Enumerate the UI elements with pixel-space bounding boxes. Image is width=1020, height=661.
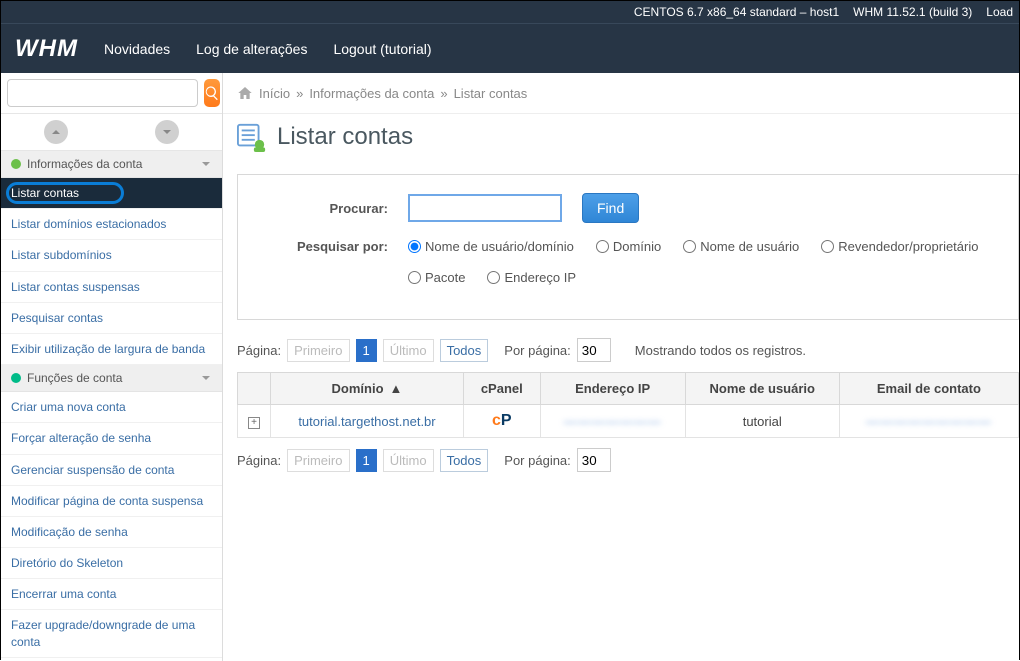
crumb-home[interactable]: Início <box>259 86 290 101</box>
cell-ip: ——————— <box>540 405 685 438</box>
server-info: CENTOS 6.7 x86_64 standard – host1 <box>634 5 839 19</box>
find-button[interactable]: Find <box>582 193 639 223</box>
pager-page-1[interactable]: 1 <box>356 449 377 472</box>
search-input[interactable] <box>408 194 562 222</box>
radio-label: Revendedor/proprietário <box>838 239 978 254</box>
radio-endereco-ip[interactable]: Endereço IP <box>487 270 576 285</box>
list-accounts-icon <box>237 122 267 152</box>
cpanel-icon: cP <box>492 412 512 429</box>
pager-all[interactable]: Todos <box>440 449 489 472</box>
collapse-up-button[interactable] <box>44 120 68 144</box>
radio-nome-usuario[interactable]: Nome de usuário <box>683 239 799 254</box>
pager-first: Primeiro <box>287 339 349 362</box>
nav-novidades[interactable]: Novidades <box>104 41 170 57</box>
col-cpanel[interactable]: cPanel <box>463 373 540 405</box>
sidebar-item-encerrar-conta[interactable]: Encerrar uma conta <box>1 579 222 610</box>
radio-label: Pacote <box>425 270 465 285</box>
pager-last: Último <box>383 449 434 472</box>
sidebar-item-modificar-pagina-suspensa[interactable]: Modificar página de conta suspensa <box>1 486 222 517</box>
sidebar-item-listar-contas[interactable]: Listar contas <box>1 178 222 209</box>
sidebar-item-dominios-estacionados[interactable]: Listar domínios estacionados <box>1 209 222 240</box>
chevron-up-icon <box>50 126 62 138</box>
showing-text: Mostrando todos os registros. <box>635 343 806 358</box>
crumb-sep: » <box>296 86 303 101</box>
nav-log-alteracoes[interactable]: Log de alterações <box>196 41 307 57</box>
col-ip[interactable]: Endereço IP <box>540 373 685 405</box>
breadcrumb: Início » Informações da conta » Listar c… <box>223 73 1019 114</box>
sidebar-item-forcar-senha[interactable]: Forçar alteração de senha <box>1 423 222 454</box>
crumb-last: Listar contas <box>454 86 528 101</box>
col-email[interactable]: Email de contato <box>839 373 1018 405</box>
search-icon <box>204 85 220 101</box>
sidebar-search-button[interactable] <box>204 79 220 107</box>
pager-page-1[interactable]: 1 <box>356 339 377 362</box>
sidebar-item-contas-suspensas[interactable]: Listar contas suspensas <box>1 272 222 303</box>
section-title: Informações da conta <box>27 157 142 171</box>
whm-logo: WHM <box>15 35 78 63</box>
radio-label: Domínio <box>613 239 661 254</box>
chevron-down-icon <box>161 126 173 138</box>
radio-label: Endereço IP <box>504 270 576 285</box>
whm-version: WHM 11.52.1 (build 3) <box>853 5 972 19</box>
searchby-label: Pesquisar por: <box>258 239 388 254</box>
col-usuario[interactable]: Nome de usuário <box>685 373 839 405</box>
section-icon <box>11 373 21 383</box>
page-title: Listar contas <box>277 123 413 151</box>
sidebar-item-criar-conta[interactable]: Criar uma nova conta <box>1 392 222 423</box>
perpage-input[interactable] <box>577 448 611 472</box>
chevron-down-icon <box>200 158 212 170</box>
radio-label: Nome de usuário <box>700 239 799 254</box>
pager-first: Primeiro <box>287 449 349 472</box>
cell-cpanel[interactable]: cP <box>463 405 540 438</box>
cell-domain[interactable]: tutorial.targethost.net.br <box>271 405 464 438</box>
cell-user: tutorial <box>685 405 839 438</box>
pager-last: Último <box>383 339 434 362</box>
pager-label: Página: <box>237 453 281 468</box>
col-expand <box>238 373 271 405</box>
section-icon <box>11 159 21 169</box>
sidebar-section-info[interactable]: Informações da conta <box>1 151 222 178</box>
section-title: Funções de conta <box>27 371 122 385</box>
perpage-input[interactable] <box>577 338 611 362</box>
sidebar-item-subdominios[interactable]: Listar subdomínios <box>1 240 222 271</box>
perpage-label: Por página: <box>504 343 571 358</box>
chevron-down-icon <box>200 372 212 384</box>
radio-usuario-dominio[interactable]: Nome de usuário/domínio <box>408 239 574 254</box>
sidebar-item-modificacao-senha[interactable]: Modificação de senha <box>1 517 222 548</box>
sort-asc-icon: ▲ <box>390 381 403 396</box>
search-label: Procurar: <box>258 201 388 216</box>
search-panel: Procurar: Find Pesquisar por: Nome de us… <box>237 174 1019 320</box>
highlight-ring <box>6 182 124 204</box>
sidebar-item-pesquisar-contas[interactable]: Pesquisar contas <box>1 303 222 334</box>
nav-logout[interactable]: Logout (tutorial) <box>333 41 431 57</box>
sidebar-item-gerenciar-suspensao[interactable]: Gerenciar suspensão de conta <box>1 455 222 486</box>
expand-row-button[interactable]: + <box>248 417 260 429</box>
crumb-sep: » <box>440 86 447 101</box>
home-icon <box>237 85 253 101</box>
collapse-down-button[interactable] <box>155 120 179 144</box>
crumb-info[interactable]: Informações da conta <box>309 86 434 101</box>
pager-label: Página: <box>237 343 281 358</box>
sidebar-search-input[interactable] <box>7 79 198 107</box>
sidebar-item-upgrade-downgrade[interactable]: Fazer upgrade/downgrade de uma conta <box>1 610 222 657</box>
perpage-label: Por página: <box>504 453 571 468</box>
col-dominio[interactable]: Domínio▲ <box>271 373 464 405</box>
load-link[interactable]: Load <box>986 5 1013 19</box>
cell-email: ————————— <box>839 405 1018 438</box>
accounts-table: Domínio▲ cPanel Endereço IP Nome de usuá… <box>237 372 1019 438</box>
radio-dominio[interactable]: Domínio <box>596 239 661 254</box>
radio-label: Nome de usuário/domínio <box>425 239 574 254</box>
radio-revendedor[interactable]: Revendedor/proprietário <box>821 239 978 254</box>
table-row: + tutorial.targethost.net.br cP ——————— … <box>238 405 1019 438</box>
sidebar-item-largura-banda[interactable]: Exibir utilização de largura de banda <box>1 334 222 365</box>
sidebar-item-skeleton[interactable]: Diretório do Skeleton <box>1 548 222 579</box>
pager-all[interactable]: Todos <box>440 339 489 362</box>
radio-pacote[interactable]: Pacote <box>408 270 465 285</box>
sidebar-section-funcoes[interactable]: Funções de conta <box>1 365 222 392</box>
